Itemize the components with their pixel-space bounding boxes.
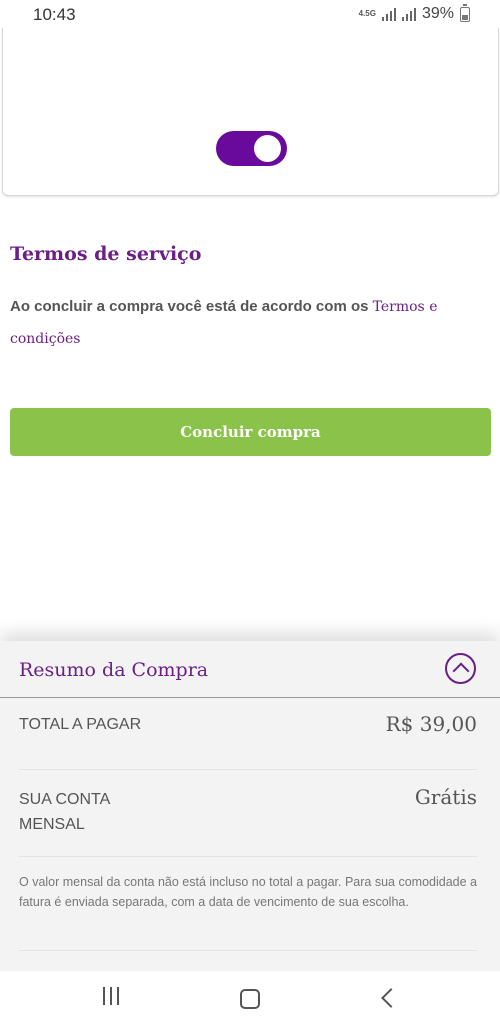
recent-apps-icon[interactable] (101, 987, 121, 1007)
status-bar: 10:43 4.5G 39% (0, 0, 500, 30)
monthly-row: SUA CONTA MENSAL Grátis (19, 769, 477, 857)
summary-note: O valor mensal da conta não está incluso… (19, 875, 477, 909)
purchase-summary: Resumo da Compra TOTAL A PAGAR R$ 39,00 … (0, 641, 500, 971)
monthly-value: Grátis (414, 785, 477, 809)
plan-toggle[interactable] (216, 131, 287, 166)
summary-title: Resumo da Compra (19, 659, 209, 681)
summary-header[interactable]: Resumo da Compra (0, 641, 500, 698)
battery-percent: 39% (421, 5, 454, 22)
total-value: R$ 39,00 (385, 712, 477, 736)
terms-text-prefix: Ao concluir a compra você está de acordo… (10, 298, 373, 315)
back-icon[interactable] (381, 988, 401, 1008)
divider (19, 950, 477, 951)
home-icon[interactable] (240, 989, 260, 1009)
terms-title: Termos de serviço (10, 243, 202, 265)
status-time: 10:43 (33, 5, 76, 24)
chevron-up-circle-icon[interactable] (445, 653, 476, 684)
signal-icon (381, 7, 396, 21)
plan-card (2, 28, 499, 196)
battery-icon (460, 3, 470, 22)
terms-text: Ao concluir a compra você está de acordo… (10, 291, 480, 355)
signal-icon-2 (401, 7, 416, 21)
concluir-compra-button[interactable]: Concluir compra (10, 408, 491, 456)
network-type-icon: 4.5G (358, 9, 376, 18)
total-row: TOTAL A PAGAR R$ 39,00 (19, 712, 477, 770)
toggle-knob (254, 135, 281, 162)
total-label: TOTAL A PAGAR (19, 716, 142, 733)
status-icons: 4.5G 39% (358, 3, 470, 23)
navigation-bar (0, 971, 500, 1028)
monthly-label: SUA CONTA MENSAL (19, 791, 110, 833)
